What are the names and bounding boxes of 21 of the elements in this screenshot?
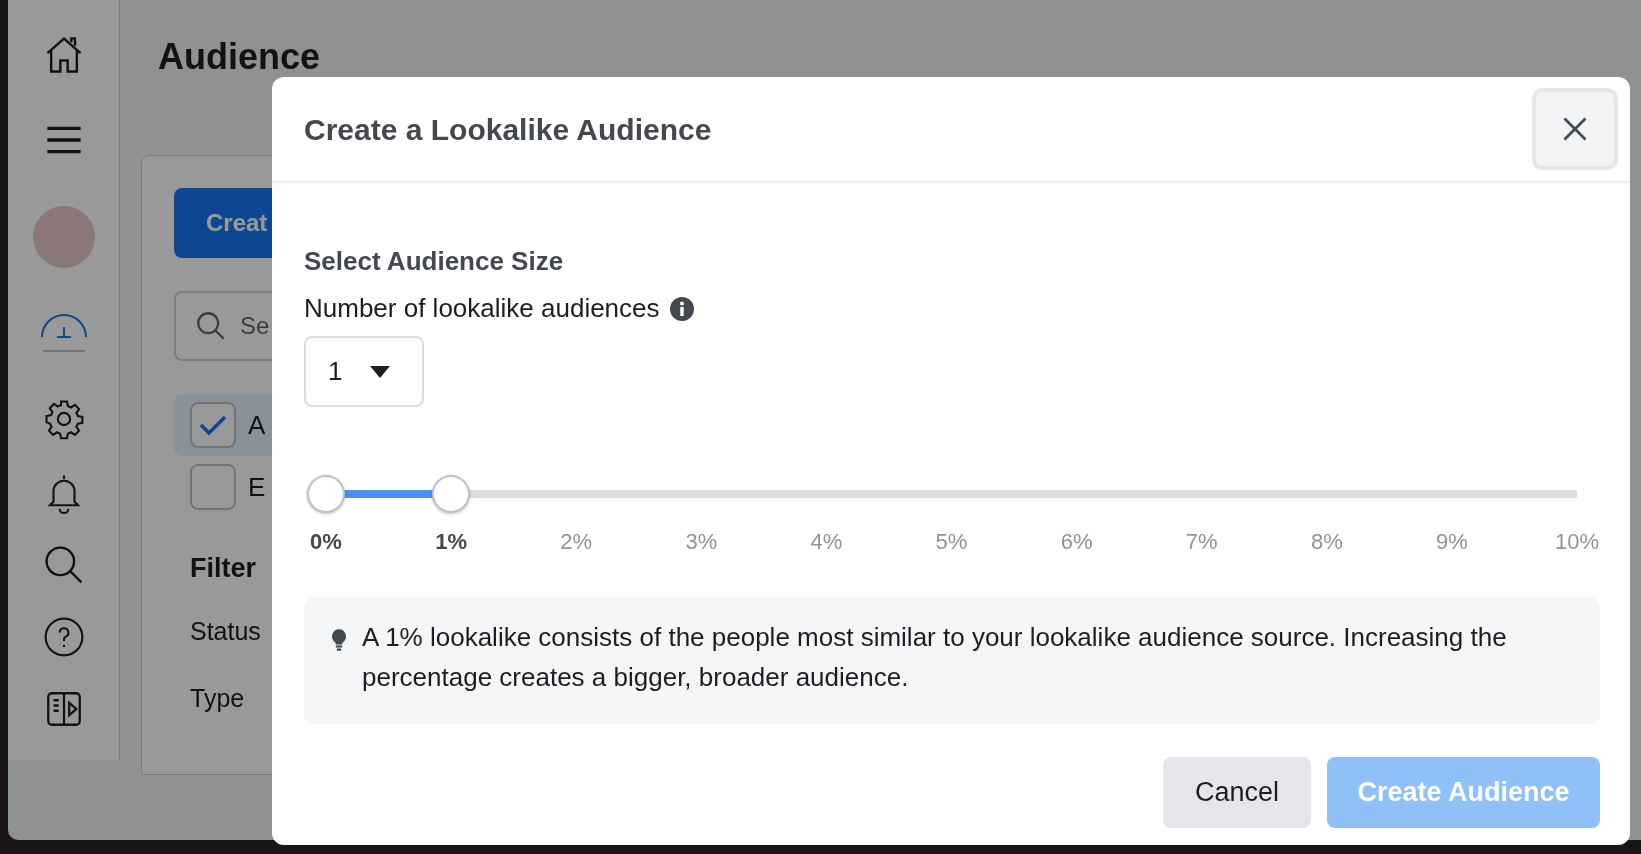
dialog-title: Create a Lookalike Audience bbox=[304, 111, 713, 148]
section-title: Select Audience Size bbox=[304, 245, 565, 278]
tick-label: 3% bbox=[685, 528, 718, 556]
tick-label: 9% bbox=[1436, 528, 1468, 556]
tip-text: A 1% lookalike consists of the people most similar to your lookalike audience source. Increasing the percentage creates a bigger, broader audience. bbox=[362, 621, 1508, 694]
tick-label: 4% bbox=[810, 528, 843, 556]
tick-label: 1% bbox=[435, 528, 467, 556]
filter-label: Type bbox=[190, 683, 245, 714]
tick-label: 7% bbox=[1185, 528, 1218, 556]
field-label: Number of lookalike audiences bbox=[304, 292, 660, 325]
page-title: Audience bbox=[158, 35, 321, 72]
tick-label: 8% bbox=[1310, 528, 1343, 556]
filter-label: Status bbox=[190, 615, 261, 647]
tick-label: 6% bbox=[1060, 528, 1093, 556]
tick-label: 5% bbox=[935, 528, 968, 556]
option-label: E bbox=[248, 470, 266, 504]
option-label: A bbox=[248, 408, 266, 442]
tick-label: 10% bbox=[1555, 528, 1599, 556]
tick-label: 2% bbox=[560, 528, 593, 556]
tick-label: 0% bbox=[310, 528, 342, 556]
filter-heading: Filter bbox=[190, 552, 256, 585]
